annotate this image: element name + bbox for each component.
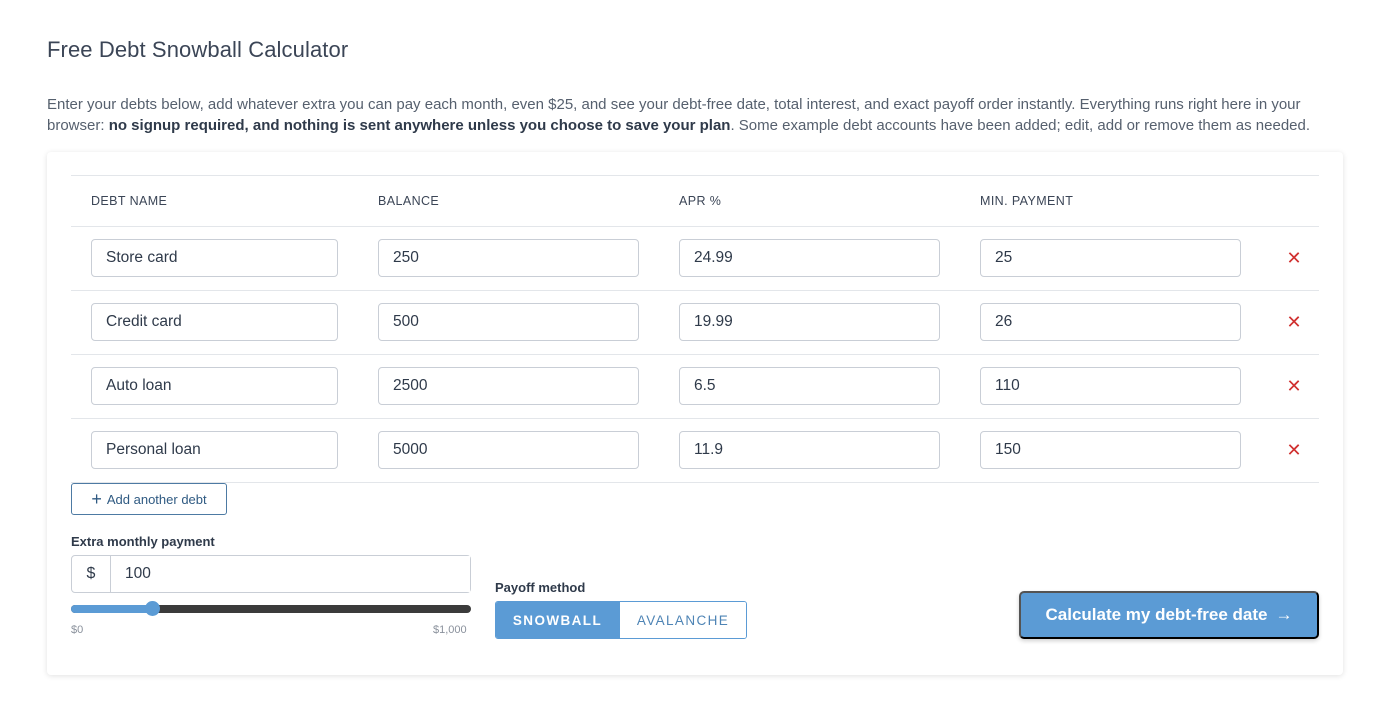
apr-input[interactable] xyxy=(679,303,940,341)
payoff-method-toggle: SNOWBALL AVALANCHE xyxy=(495,601,747,639)
close-icon[interactable]: ✕ xyxy=(1283,247,1305,269)
intro-text: Enter your debts below, add whatever ext… xyxy=(47,94,1347,136)
header-debt-name: DEBT NAME xyxy=(91,194,168,208)
balance-input[interactable] xyxy=(378,239,639,277)
add-debt-label: Add another debt xyxy=(106,491,207,507)
extra-payment-slider[interactable] xyxy=(71,601,471,617)
add-debt-button[interactable]: + Add another debt xyxy=(71,483,227,515)
extra-payment-label: Extra monthly payment xyxy=(71,534,215,549)
balance-input[interactable] xyxy=(378,367,639,405)
balance-input[interactable] xyxy=(378,431,639,469)
slider-fill xyxy=(71,605,152,613)
debt-name-input[interactable] xyxy=(91,303,338,341)
debt-name-input[interactable] xyxy=(91,431,338,469)
debt-row: ✕ xyxy=(71,419,1319,483)
debt-name-input[interactable] xyxy=(91,239,338,277)
header-min-payment: MIN. PAYMENT xyxy=(980,194,1074,208)
close-icon[interactable]: ✕ xyxy=(1283,439,1305,461)
slider-min-label: $0 xyxy=(71,624,84,636)
min-payment-input[interactable] xyxy=(980,431,1241,469)
debt-row: ✕ xyxy=(71,227,1319,291)
min-payment-input[interactable] xyxy=(980,303,1241,341)
page-title: Free Debt Snowball Calculator xyxy=(47,37,349,62)
min-payment-input[interactable] xyxy=(980,239,1241,277)
slider-thumb[interactable] xyxy=(144,601,160,616)
header-apr: APR % xyxy=(679,194,722,208)
calculate-label: Calculate my debt-free date xyxy=(1045,605,1268,624)
plus-icon: + xyxy=(91,489,102,509)
method-avalanche-button[interactable]: AVALANCHE xyxy=(619,602,746,638)
dollar-prefix: $ xyxy=(72,556,111,592)
extra-payment-field: $ xyxy=(71,555,471,593)
intro-text-part2: . Some example debt accounts have been a… xyxy=(730,117,1311,134)
debt-name-input[interactable] xyxy=(91,367,338,405)
close-icon[interactable]: ✕ xyxy=(1283,375,1305,397)
close-icon[interactable]: ✕ xyxy=(1283,311,1305,333)
debt-table-header: DEBT NAME BALANCE APR % MIN. PAYMENT xyxy=(71,175,1319,227)
apr-input[interactable] xyxy=(679,239,940,277)
debt-row: ✕ xyxy=(71,291,1319,355)
method-snowball-button[interactable]: SNOWBALL xyxy=(496,602,619,638)
apr-input[interactable] xyxy=(679,367,940,405)
debt-row: ✕ xyxy=(71,355,1319,419)
slider-max-label: $1,000 xyxy=(433,624,467,636)
intro-text-bold: no signup required, and nothing is sent … xyxy=(108,117,731,134)
calculator-card: DEBT NAME BALANCE APR % MIN. PAYMENT ✕ ✕… xyxy=(47,152,1343,675)
extra-payment-input[interactable] xyxy=(111,556,470,592)
payoff-method-label: Payoff method xyxy=(495,580,586,595)
balance-input[interactable] xyxy=(378,303,639,341)
apr-input[interactable] xyxy=(679,431,940,469)
min-payment-input[interactable] xyxy=(980,367,1241,405)
header-balance: BALANCE xyxy=(378,194,440,208)
arrow-right-icon: → xyxy=(1275,605,1293,624)
calculate-button[interactable]: Calculate my debt-free date → xyxy=(1019,591,1319,639)
